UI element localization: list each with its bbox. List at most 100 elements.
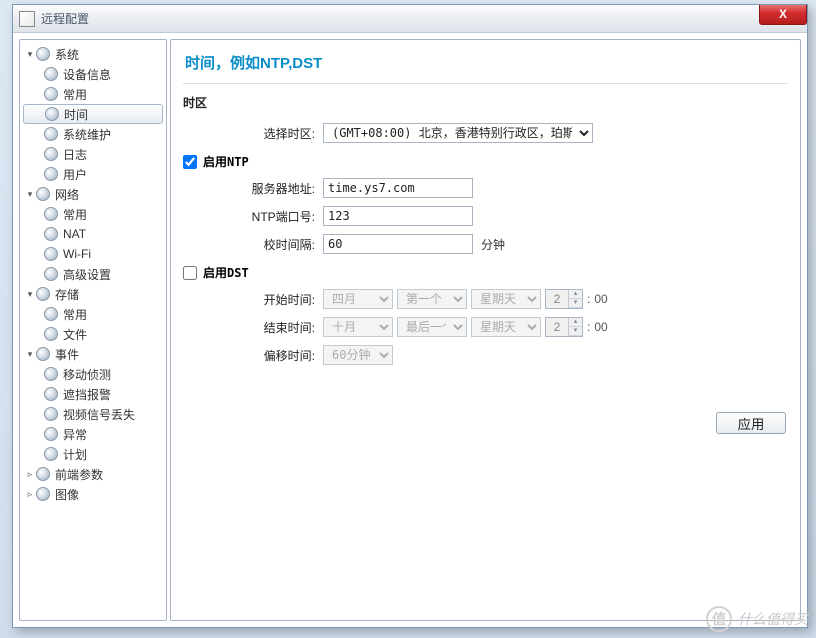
ntp-interval-unit: 分钟	[481, 236, 505, 253]
sidebar-item[interactable]: 移动侦测	[20, 364, 166, 384]
close-button[interactable]: X	[759, 5, 807, 25]
dst-offset-select[interactable]: 60分钟	[323, 345, 393, 365]
globe-icon	[36, 347, 50, 361]
sidebar-item-label: 文件	[63, 326, 87, 343]
sidebar-item[interactable]: 常用	[20, 304, 166, 324]
sidebar-item[interactable]: ▹ 图像	[20, 484, 166, 504]
sidebar-item-label: 网络	[55, 186, 79, 203]
sidebar-item[interactable]: ▾ 系统	[20, 44, 166, 64]
sidebar-item-label: 高级设置	[63, 266, 111, 283]
ntp-server-row: 服务器地址:	[183, 176, 788, 200]
content-pane: 时间，例如NTP,DST 时区 选择时区: (GMT+08:00) 北京，香港特…	[170, 39, 801, 621]
ntp-checkbox[interactable]	[183, 155, 197, 169]
spin-down-icon[interactable]: ▾	[569, 327, 582, 336]
sidebar-item-label: 日志	[63, 146, 87, 163]
globe-icon	[36, 287, 50, 301]
sidebar-item[interactable]: 用户	[20, 164, 166, 184]
expander-icon[interactable]: ▾	[24, 49, 36, 60]
tz-row: 选择时区: (GMT+08:00) 北京，香港特别行政区，珀斯，新…	[183, 121, 788, 145]
sidebar-item[interactable]: 日志	[20, 144, 166, 164]
globe-icon	[44, 307, 58, 321]
sidebar-item[interactable]: ▹ 前端参数	[20, 464, 166, 484]
sidebar-item[interactable]: Wi-Fi	[20, 244, 166, 264]
sidebar-item[interactable]: 系统维护	[20, 124, 166, 144]
sidebar-item[interactable]: ▾ 网络	[20, 184, 166, 204]
dst-start-week[interactable]: 第一个	[397, 289, 467, 309]
sidebar-item-label: 用户	[63, 166, 87, 183]
sidebar-item-label: 移动侦测	[63, 366, 111, 383]
dst-start-month[interactable]: 四月	[323, 289, 393, 309]
sidebar-item-label: 事件	[55, 346, 79, 363]
globe-icon	[44, 387, 58, 401]
dst-enable-label: 启用DST	[203, 264, 249, 281]
expander-icon[interactable]: ▹	[24, 489, 36, 500]
spin-up-icon[interactable]: ▴	[569, 318, 582, 327]
sidebar-item[interactable]: 异常	[20, 424, 166, 444]
sidebar-item[interactable]: 计划	[20, 444, 166, 464]
expander-icon[interactable]: ▹	[24, 469, 36, 480]
sidebar-item-label: 存储	[55, 286, 79, 303]
sidebar-item[interactable]: 高级设置	[20, 264, 166, 284]
ntp-enable-label: 启用NTP	[203, 153, 249, 170]
globe-icon	[44, 267, 58, 281]
sidebar-item-label: 常用	[63, 206, 87, 223]
sidebar-item-label: 时间	[64, 106, 88, 123]
sidebar-item-label: 图像	[55, 486, 79, 503]
expander-icon[interactable]: ▾	[24, 189, 36, 200]
dst-checkbox[interactable]	[183, 266, 197, 280]
sidebar-item[interactable]: 设备信息	[20, 64, 166, 84]
sidebar-item[interactable]: NAT	[20, 224, 166, 244]
ntp-interval-row: 校时间隔: 分钟	[183, 232, 788, 256]
sidebar-item-label: 系统	[55, 46, 79, 63]
globe-icon	[44, 427, 58, 441]
globe-icon	[44, 207, 58, 221]
dst-offset-label: 偏移时间:	[183, 347, 323, 364]
globe-icon	[44, 247, 58, 261]
apply-button[interactable]: 应用	[716, 412, 786, 434]
globe-icon	[44, 127, 58, 141]
sidebar-item-label: 前端参数	[55, 466, 103, 483]
globe-icon	[44, 407, 58, 421]
sidebar-item[interactable]: 常用	[20, 204, 166, 224]
dst-start-min: 00	[594, 292, 607, 306]
sidebar-item[interactable]: 时间	[23, 104, 163, 124]
dst-end-hour[interactable]: 2▴▾	[545, 317, 583, 337]
sidebar-item[interactable]: ▾ 存储	[20, 284, 166, 304]
dst-end-label: 结束时间:	[183, 319, 323, 336]
spin-up-icon[interactable]: ▴	[569, 290, 582, 299]
page-title: 时间，例如NTP,DST	[183, 48, 788, 84]
ntp-server-input[interactable]	[323, 178, 473, 198]
sidebar-item[interactable]: 文件	[20, 324, 166, 344]
tz-label: 选择时区:	[183, 125, 323, 142]
dst-end-day[interactable]: 星期天	[471, 317, 541, 337]
expander-icon[interactable]: ▾	[24, 349, 36, 360]
globe-icon	[36, 487, 50, 501]
sidebar-item-label: NAT	[63, 227, 86, 241]
sidebar-item-label: 常用	[63, 306, 87, 323]
globe-icon	[44, 447, 58, 461]
sidebar-item[interactable]: ▾ 事件	[20, 344, 166, 364]
globe-icon	[36, 467, 50, 481]
dst-end-week[interactable]: 最后一个	[397, 317, 467, 337]
tz-select[interactable]: (GMT+08:00) 北京，香港特别行政区，珀斯，新…	[323, 123, 593, 143]
sidebar-item[interactable]: 遮挡报警	[20, 384, 166, 404]
sidebar-item[interactable]: 视频信号丢失	[20, 404, 166, 424]
sidebar-item-label: 遮挡报警	[63, 386, 111, 403]
ntp-port-input[interactable]	[323, 206, 473, 226]
ntp-port-row: NTP端口号:	[183, 204, 788, 228]
titlebar[interactable]: 远程配置 X	[13, 5, 807, 33]
dst-offset-row: 偏移时间: 60分钟	[183, 343, 788, 367]
ntp-interval-label: 校时间隔:	[183, 236, 323, 253]
sidebar-item[interactable]: 常用	[20, 84, 166, 104]
spin-down-icon[interactable]: ▾	[569, 299, 582, 308]
dst-end-month[interactable]: 十月	[323, 317, 393, 337]
dst-start-day[interactable]: 星期天	[471, 289, 541, 309]
window: 远程配置 X ▾系统设备信息常用时间系统维护日志用户▾网络常用NATWi-Fi高…	[12, 4, 808, 628]
sidebar-item-label: Wi-Fi	[63, 247, 91, 261]
dst-end-row: 结束时间: 十月 最后一个 星期天 2▴▾ : 00	[183, 315, 788, 339]
dst-start-hour[interactable]: 2▴▾	[545, 289, 583, 309]
expander-icon[interactable]: ▾	[24, 289, 36, 300]
sidebar-item-label: 计划	[63, 446, 87, 463]
sidebar-item-label: 异常	[63, 426, 87, 443]
ntp-interval-input[interactable]	[323, 234, 473, 254]
